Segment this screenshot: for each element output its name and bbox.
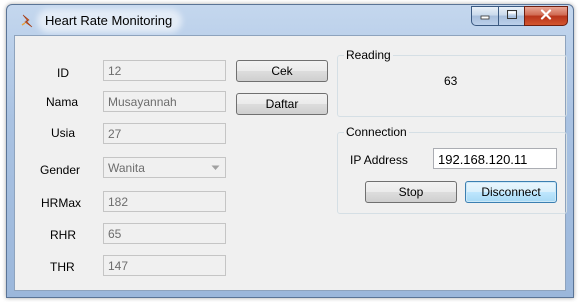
reading-value: 63 [444, 74, 458, 88]
id-label: ID [57, 66, 69, 80]
gender-select[interactable]: Wanita [103, 157, 226, 178]
minimize-icon [479, 9, 491, 23]
gender-value: Wanita [108, 161, 145, 175]
rhr-field[interactable]: 65 [103, 223, 226, 244]
reading-group: Reading 63 [337, 48, 567, 117]
close-button[interactable] [524, 6, 568, 26]
close-icon [540, 9, 552, 23]
usia-field[interactable]: 27 [103, 123, 226, 144]
thr-label: THR [50, 260, 75, 274]
chevron-down-icon[interactable] [208, 161, 222, 175]
daftar-button[interactable]: Daftar [236, 93, 328, 115]
stop-button[interactable]: Stop [365, 181, 457, 203]
thr-field[interactable]: 147 [103, 255, 226, 276]
maximize-button[interactable] [498, 6, 524, 26]
connection-title: Connection [344, 125, 409, 139]
caption-buttons [471, 6, 568, 26]
heart-rate-app-icon [20, 13, 36, 29]
nama-field[interactable]: Musayannah [103, 91, 226, 112]
ip-address-field[interactable]: 192.168.120.11 [433, 148, 557, 169]
cek-button[interactable]: Cek [236, 60, 328, 82]
connection-group: Connection IP Address 192.168.120.11 Sto… [337, 125, 567, 214]
reading-title: Reading [344, 48, 393, 62]
hrmax-label: HRMax [41, 196, 82, 210]
window-title: Heart Rate Monitoring [41, 13, 179, 29]
usia-label: Usia [51, 126, 76, 140]
id-field[interactable]: 12 [103, 60, 226, 81]
rhr-label: RHR [50, 228, 76, 242]
minimize-button[interactable] [471, 6, 498, 26]
app-window: Heart Rate Monitoring ID Nama Usia Gende… [6, 4, 574, 298]
ip-address-label: IP Address [350, 153, 408, 167]
hrmax-field[interactable]: 182 [103, 191, 226, 212]
disconnect-button[interactable]: Disconnect [465, 181, 557, 203]
form-client-area: ID Nama Usia Gender HRMax RHR THR 12 Mus… [14, 35, 567, 291]
gender-label: Gender [40, 163, 81, 177]
nama-label: Nama [46, 95, 79, 109]
maximize-icon [506, 9, 518, 23]
title-bar[interactable]: Heart Rate Monitoring [7, 5, 573, 35]
